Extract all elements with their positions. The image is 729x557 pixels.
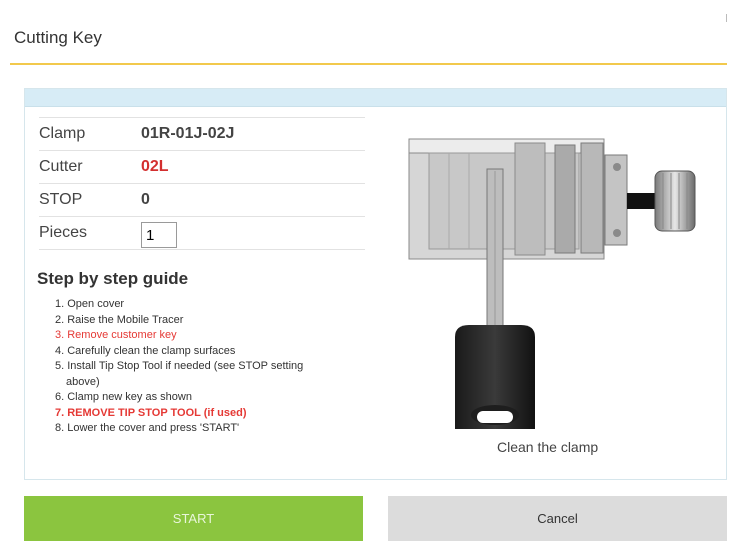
- guide-step: 4. Carefully clean the clamp surfaces: [55, 344, 236, 357]
- pieces-label: Pieces: [39, 216, 141, 250]
- scroll-tick: [726, 14, 727, 22]
- guide-step-warning: 7. REMOVE TIP STOP TOOL (if used): [55, 406, 247, 419]
- stop-row: STOP 0: [39, 183, 365, 217]
- pieces-input[interactable]: [141, 222, 177, 248]
- stop-label: STOP: [39, 183, 141, 217]
- clamp-label: Clamp: [39, 117, 141, 151]
- cutting-panel: Clamp 01R-01J-02J Cutter 02L STOP 0 Piec…: [24, 88, 727, 480]
- stop-value: 0: [141, 183, 365, 217]
- cutter-value: 02L: [141, 150, 365, 184]
- guide-step: 5. Install Tip Stop Tool if needed (see …: [55, 360, 304, 372]
- guide-step: 1. Open cover: [55, 298, 125, 310]
- clamp-value: 01R-01J-02J: [141, 117, 365, 151]
- guide-step: 6. Clamp new key as shown: [55, 391, 192, 403]
- cancel-button[interactable]: Cancel: [388, 496, 727, 541]
- guide-steps: 1. Open cover 2. Raise the Mobile Tracer…: [55, 297, 355, 437]
- start-button[interactable]: START: [24, 496, 363, 541]
- clamp-row: Clamp 01R-01J-02J: [39, 117, 365, 151]
- guide-title: Step by step guide: [37, 269, 189, 288]
- key-info-table: Clamp 01R-01J-02J Cutter 02L STOP 0 Piec…: [39, 117, 365, 250]
- panel-top-bar: [25, 89, 726, 107]
- guide-step: 8. Lower the cover and press 'START': [55, 422, 240, 434]
- page-title: Cutting Key: [14, 28, 102, 47]
- guide-step-warning: 3. Remove customer key: [55, 329, 177, 341]
- illustration-caption: Clean the clamp: [497, 439, 599, 455]
- header: Cutting Key: [0, 0, 729, 66]
- header-divider: [10, 63, 727, 65]
- guide-step: 2. Raise the Mobile Tracer: [55, 313, 184, 326]
- cutter-label: Cutter: [39, 150, 141, 184]
- pieces-row: Pieces: [39, 216, 365, 250]
- cutter-row: Cutter 02L: [39, 150, 365, 184]
- guide-step-continuation: above): [66, 375, 100, 388]
- clamp-with-key-illustration: [408, 138, 696, 429]
